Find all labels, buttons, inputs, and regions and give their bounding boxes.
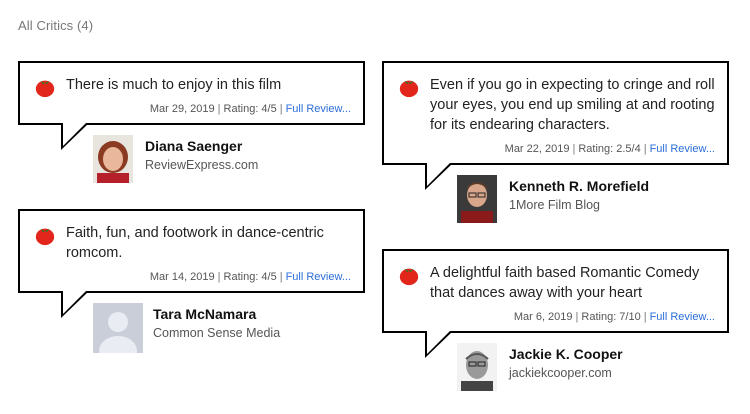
critic-publication[interactable]: ReviewExpress.com	[145, 158, 258, 172]
review-rating: Rating: 4/5	[223, 271, 277, 283]
review-quote: Even if you go in expecting to cringe an…	[430, 77, 715, 133]
full-review-link[interactable]: Full Review...	[650, 311, 715, 323]
critic-name[interactable]: Diana Saenger	[145, 138, 242, 154]
critic-name[interactable]: Jackie K. Cooper	[509, 346, 623, 362]
critic-publication[interactable]: jackiekcooper.com	[509, 366, 612, 380]
review-meta: Mar 22, 2019 | Rating: 2.5/4 | Full Review..…	[430, 143, 715, 155]
fresh-tomato-icon	[399, 80, 419, 98]
review-card: There is much to enjoy in this film Mar …	[18, 61, 365, 185]
critic-publication[interactable]: 1More Film Blog	[509, 198, 600, 212]
fresh-tomato-icon	[399, 268, 419, 286]
review-rating: Rating: 2.5/4	[578, 143, 641, 155]
meta-separator: |	[643, 143, 647, 155]
critic-info: Tara McNamara Common Sense Media	[18, 303, 365, 353]
critic-avatar-placeholder[interactable]	[93, 303, 143, 353]
critic-publication[interactable]: Common Sense Media	[153, 326, 280, 340]
review-bubble: Even if you go in expecting to cringe an…	[382, 61, 729, 190]
critic-name[interactable]: Tara McNamara	[153, 306, 256, 322]
review-date: Mar 29, 2019	[149, 103, 215, 115]
review-card: Even if you go in expecting to cringe an…	[382, 61, 729, 225]
critic-info: Diana Saenger ReviewExpress.com	[18, 135, 365, 185]
critic-name[interactable]: Kenneth R. Morefield	[509, 178, 649, 194]
review-meta: Mar 29, 2019 | Rating: 4/5 | Full Review...	[66, 103, 351, 115]
review-rating: Rating: 7/10	[581, 311, 641, 323]
review-meta: Mar 14, 2019 | Rating: 4/5 | Full Review...	[66, 271, 351, 283]
fresh-tomato-icon	[35, 80, 55, 98]
review-bubble: There is much to enjoy in this film Mar …	[18, 61, 365, 150]
meta-separator: |	[279, 103, 283, 115]
meta-separator: |	[643, 311, 647, 323]
review-quote: There is much to enjoy in this film	[66, 77, 282, 93]
review-meta: Mar 6, 2019 | Rating: 7/10 | Full Review...	[430, 311, 715, 323]
meta-separator: |	[572, 143, 576, 155]
critic-avatar[interactable]	[457, 343, 497, 391]
meta-separator: |	[575, 311, 579, 323]
review-date: Mar 22, 2019	[504, 143, 570, 155]
review-bubble: Faith, fun, and footwork in dance-centri…	[18, 209, 365, 318]
fresh-tomato-icon	[35, 228, 55, 246]
critic-info: Jackie K. Cooper jackiekcooper.com	[382, 343, 729, 393]
full-review-link[interactable]: Full Review...	[286, 271, 351, 283]
meta-separator: |	[217, 103, 221, 115]
review-card: Faith, fun, and footwork in dance-centri…	[18, 209, 365, 353]
critic-avatar[interactable]	[457, 175, 497, 223]
full-review-link[interactable]: Full Review...	[286, 103, 351, 115]
review-date: Mar 14, 2019	[149, 271, 215, 283]
review-quote: A delightful faith based Romantic Comedy…	[430, 265, 700, 301]
critics-count-heading: All Critics (4)	[18, 18, 94, 33]
review-date: Mar 6, 2019	[513, 311, 573, 323]
review-card: A delightful faith based Romantic Comedy…	[382, 249, 729, 393]
meta-separator: |	[217, 271, 221, 283]
review-bubble: A delightful faith based Romantic Comedy…	[382, 249, 729, 358]
critic-avatar[interactable]	[93, 135, 133, 183]
full-review-link[interactable]: Full Review...	[650, 143, 715, 155]
review-rating: Rating: 4/5	[223, 103, 277, 115]
review-quote: Faith, fun, and footwork in dance-centri…	[66, 225, 324, 261]
critic-info: Kenneth R. Morefield 1More Film Blog	[382, 175, 729, 225]
meta-separator: |	[279, 271, 283, 283]
